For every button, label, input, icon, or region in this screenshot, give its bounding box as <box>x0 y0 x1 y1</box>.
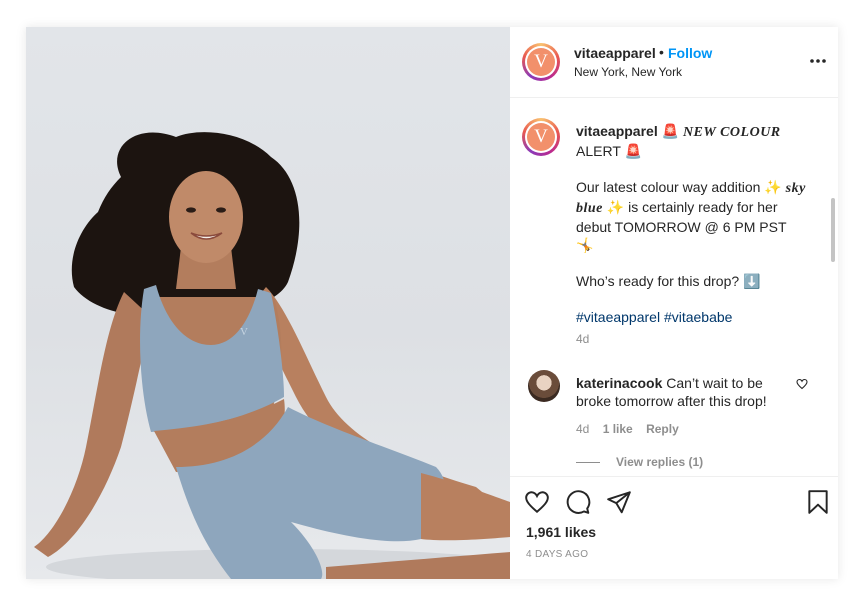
comment-like-icon[interactable] <box>796 378 808 390</box>
avatar[interactable]: V <box>522 43 560 81</box>
separator-dot: • <box>659 44 664 60</box>
comment-likes[interactable]: 1 like <box>603 422 633 436</box>
outfit-logo: V <box>240 326 248 338</box>
comment-username[interactable]: katerinacook <box>576 375 662 391</box>
post-photo[interactable]: V <box>26 27 510 579</box>
hashtags[interactable]: #vitaeapparel #vitaebabe <box>576 309 732 325</box>
heart-icon[interactable] <box>524 489 550 515</box>
view-replies-button[interactable]: View replies (1) <box>576 455 703 469</box>
caption-alert: ALERT <box>576 143 621 159</box>
likes-count[interactable]: 1,961 likes <box>526 524 596 540</box>
post-timestamp[interactable]: 4 DAYS AGO <box>526 549 588 560</box>
caption-line: Our latest colour way addition <box>576 179 761 195</box>
more-options-icon[interactable] <box>808 53 828 69</box>
caption-avatar-logo: V <box>527 123 555 151</box>
brand-logo: V <box>527 48 555 76</box>
siren-emoji-2: 🚨 <box>624 143 642 159</box>
follow-button[interactable]: Follow <box>668 45 712 61</box>
post-caption: vitaeapparel 🚨 NEW COLOUR ALERT 🚨 Our la… <box>576 122 816 326</box>
view-replies-label: View replies (1) <box>616 455 704 469</box>
post-header: V vitaeapparel • Follow New York, New Yo… <box>510 27 838 98</box>
sparkle-emoji: ✨ <box>764 179 782 195</box>
comment-body: katerinacook Can’t wait to be broke tomo… <box>576 374 786 410</box>
post-location[interactable]: New York, New York <box>574 65 682 79</box>
comment-icon[interactable] <box>565 489 591 515</box>
caption-headline: NEW COLOUR <box>682 125 781 140</box>
bookmark-icon[interactable] <box>805 489 831 515</box>
sparkle-emoji-2: ✨ <box>606 199 625 215</box>
replies-divider <box>576 462 600 464</box>
comments-scrollbar[interactable] <box>831 198 835 262</box>
caption-avatar[interactable]: V <box>522 118 560 156</box>
comments-section[interactable]: V vitaeapparel 🚨 NEW COLOUR ALERT 🚨 Our … <box>510 98 838 476</box>
model-illustration: V <box>34 132 510 579</box>
post-actions: 1,961 likes 4 DAYS AGO <box>510 476 838 580</box>
post-username[interactable]: vitaeapparel <box>574 45 656 61</box>
caption-question: Who’s ready for this drop? <box>576 273 740 289</box>
share-icon[interactable] <box>606 489 632 515</box>
comment-time[interactable]: 4d <box>576 422 589 436</box>
cartwheel-emoji: 🤸 <box>576 237 594 253</box>
comment-meta: 4d 1 like Reply <box>576 422 689 436</box>
arrow-down-emoji: ⬇️ <box>743 273 761 289</box>
post-side-panel: V vitaeapparel • Follow New York, New Yo… <box>510 27 838 579</box>
siren-emoji: 🚨 <box>661 123 680 139</box>
reply-button[interactable]: Reply <box>646 422 679 436</box>
instagram-post-card: V V vitaeapparel • Follow New York, New … <box>26 27 838 579</box>
commenter-avatar[interactable] <box>528 370 560 402</box>
caption-time[interactable]: 4d <box>576 332 589 346</box>
caption-username[interactable]: vitaeapparel <box>576 123 658 139</box>
